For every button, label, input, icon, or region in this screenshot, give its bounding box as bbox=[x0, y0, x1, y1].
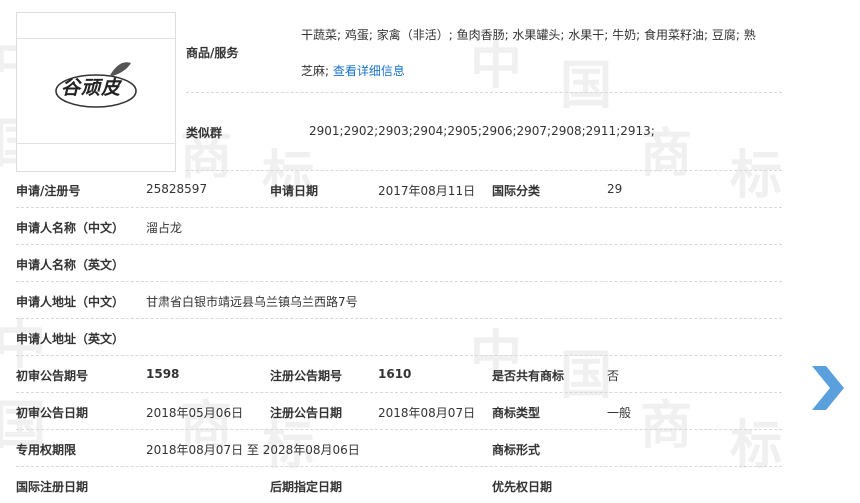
reg-no-label: 申请/注册号 bbox=[16, 184, 81, 198]
trademark-logo-text: 谷顽皮 bbox=[61, 77, 122, 99]
divider bbox=[16, 318, 782, 319]
goods-label: 商品/服务 bbox=[186, 46, 239, 60]
apply-date-value: 2017年08月11日 bbox=[378, 184, 476, 198]
trademark-image[interactable]: 谷顽皮 bbox=[17, 38, 175, 144]
applicant-en-label: 申请人名称（英文） bbox=[16, 258, 125, 272]
divider bbox=[186, 170, 782, 171]
divider bbox=[16, 244, 782, 245]
prelim-no-label: 初审公告期号 bbox=[16, 369, 89, 383]
later-date-label: 后期指定日期 bbox=[270, 480, 343, 494]
divider bbox=[16, 429, 782, 430]
reg-pub-date-label: 注册公告日期 bbox=[270, 406, 343, 420]
address-cn-label: 申请人地址（中文） bbox=[16, 295, 125, 309]
applicant-cn-value: 溜占龙 bbox=[146, 221, 183, 235]
address-cn-value: 甘肃省白银市靖远县乌兰镇乌兰西路7号 bbox=[146, 295, 358, 309]
reg-pub-no-label: 注册公告期号 bbox=[270, 369, 343, 383]
goods-line-1: 干蔬菜; 鸡蛋; 家禽（非活）; 鱼肉香肠; 水果罐头; 水果干; 牛奶; 食用… bbox=[301, 28, 756, 42]
reg-pub-no-value: 1610 bbox=[378, 367, 412, 381]
trademark-image-frame[interactable]: 谷顽皮 bbox=[16, 12, 176, 172]
shared-label: 是否共有商标 bbox=[492, 369, 565, 383]
goods-line-2-text: 芝麻; bbox=[301, 64, 330, 78]
divider bbox=[16, 207, 782, 208]
divider bbox=[16, 466, 782, 467]
divider bbox=[186, 92, 782, 93]
watermark-glyph: 国 bbox=[560, 56, 613, 116]
watermark-glyph: 标 bbox=[730, 416, 783, 476]
similar-group-value: 2901;2902;2903;2904;2905;2906;2907;2908;… bbox=[309, 124, 655, 138]
chevron-right-icon bbox=[812, 366, 844, 410]
apply-date-label: 申请日期 bbox=[270, 184, 319, 198]
reg-no-value: 25828597 bbox=[146, 182, 208, 196]
reg-pub-date-value: 2018年08月07日 bbox=[378, 406, 476, 420]
similar-group-label: 类似群 bbox=[186, 126, 223, 140]
intl-class-label: 国际分类 bbox=[492, 184, 541, 198]
goods-line-2: 芝麻; 查看详细信息 bbox=[301, 62, 405, 79]
view-detail-link[interactable]: 查看详细信息 bbox=[333, 64, 405, 78]
watermark-glyph: 国 bbox=[560, 346, 613, 406]
next-arrow-button[interactable] bbox=[810, 366, 844, 410]
exclusive-value: 2018年08月07日 至 2028年08月06日 bbox=[146, 443, 360, 457]
form-label: 商标形式 bbox=[492, 443, 541, 457]
shared-value: 否 bbox=[607, 369, 620, 383]
applicant-cn-label: 申请人名称（中文） bbox=[16, 221, 125, 235]
divider bbox=[16, 392, 782, 393]
address-en-label: 申请人地址（英文） bbox=[16, 332, 125, 346]
priority-label: 优先权日期 bbox=[492, 480, 553, 494]
watermark-glyph: 商 bbox=[640, 396, 693, 456]
intl-reg-date-label: 国际注册日期 bbox=[16, 480, 89, 494]
type-value: 一般 bbox=[607, 406, 632, 420]
watermark-glyph: 中 bbox=[470, 36, 523, 96]
type-label: 商标类型 bbox=[492, 406, 541, 420]
intl-class-value: 29 bbox=[607, 182, 623, 196]
exclusive-label: 专用权期限 bbox=[16, 443, 77, 457]
prelim-date-label: 初审公告日期 bbox=[16, 406, 89, 420]
prelim-no-value: 1598 bbox=[146, 367, 180, 381]
watermark-glyph: 标 bbox=[730, 146, 783, 206]
divider bbox=[16, 281, 782, 282]
divider bbox=[16, 355, 782, 356]
prelim-date-value: 2018年05月06日 bbox=[146, 406, 244, 420]
